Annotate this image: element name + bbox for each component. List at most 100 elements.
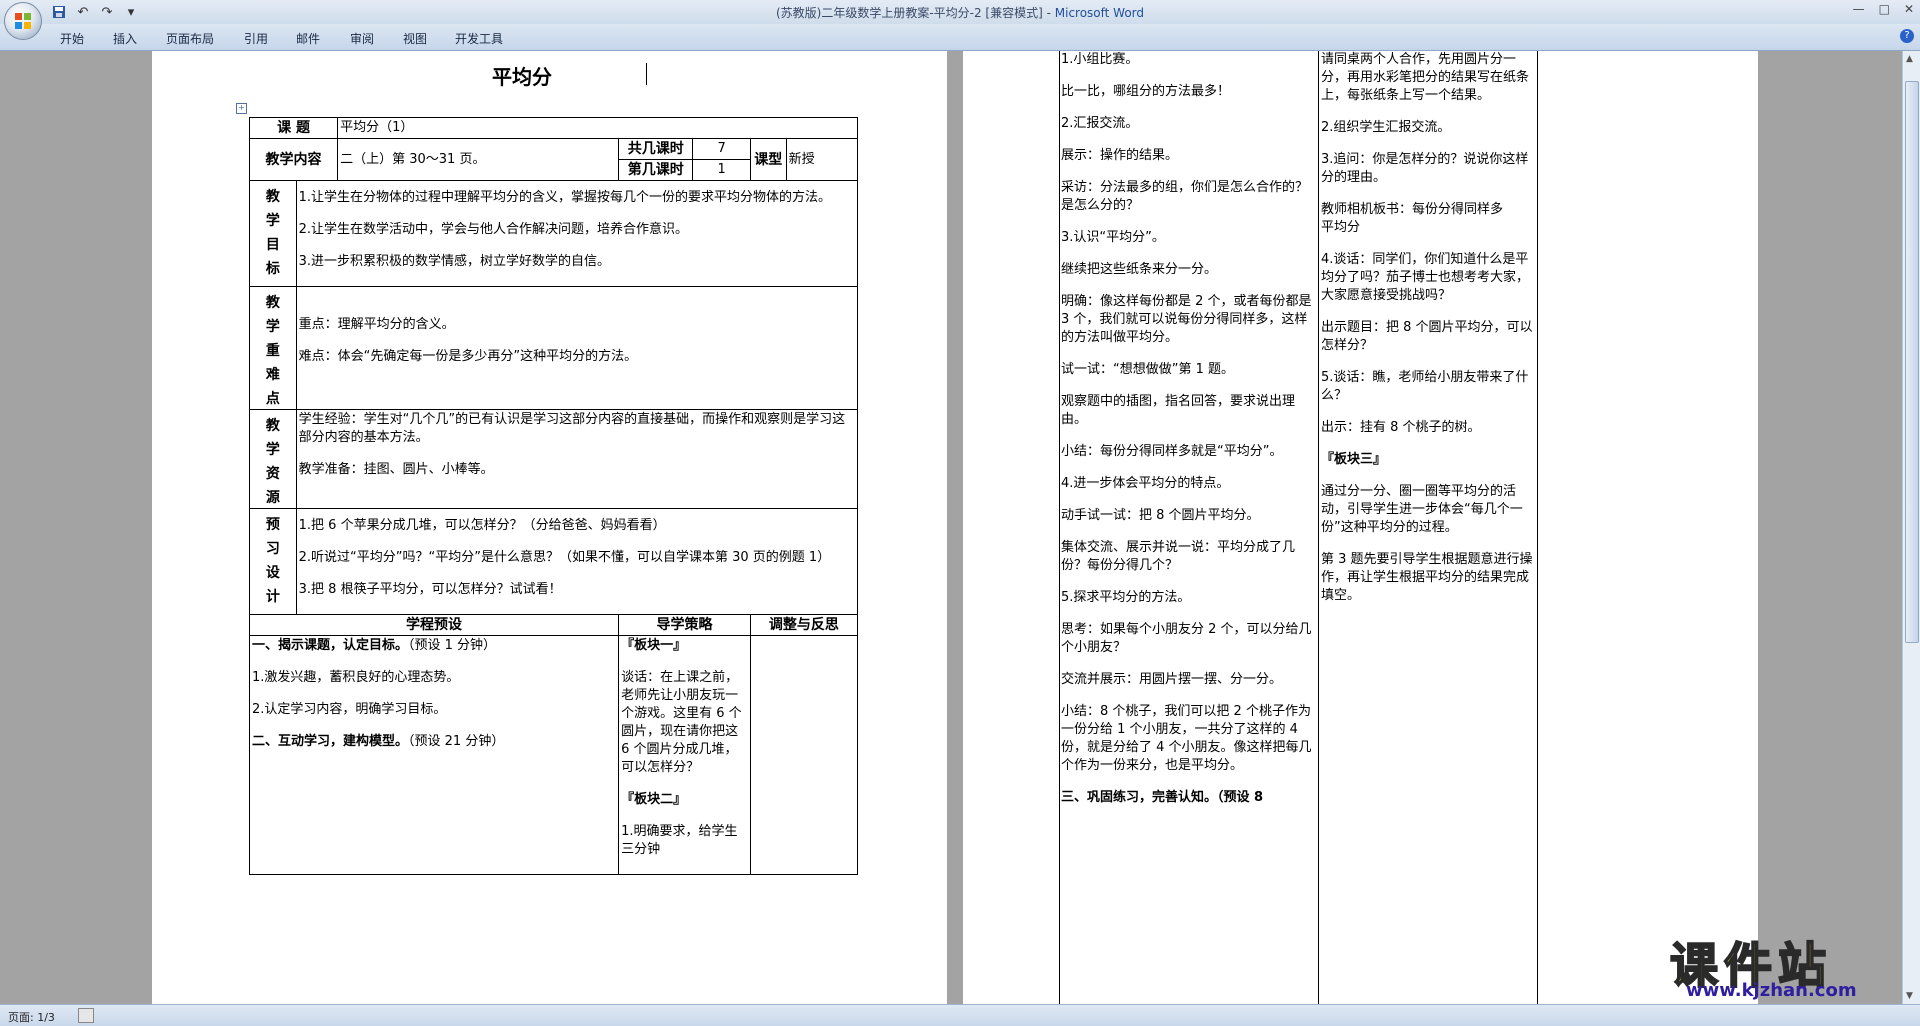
section-heading: 三、巩固练习，完善认知。（预设 8 bbox=[1061, 790, 1264, 805]
header-reflection: 调整与反思 bbox=[749, 614, 859, 636]
table-move-handle-icon[interactable]: + bbox=[236, 103, 247, 114]
strategy-item: 教师相机板书：每份分得同样多 平均分 bbox=[1321, 202, 1530, 235]
goal-item: 3.进一步积累积极的数学情感，树立学好数学的自信。 bbox=[298, 254, 611, 269]
table-row: 预 习 设 计 1.把 6 个苹果分成几堆，可以怎样分？（分给爸爸、妈妈看看） … bbox=[249, 508, 859, 615]
label-char: 设 bbox=[265, 565, 280, 581]
label-char: 学 bbox=[265, 319, 280, 335]
strategy-item: 谈话：在上课之前，老师先让小朋友玩一个游戏。这里有 6 个圆片，现在请你把这 6… bbox=[621, 670, 742, 775]
site-watermark: 课件站 www.kjzhan.com bbox=[1660, 928, 1900, 1002]
label-char: 习 bbox=[265, 541, 280, 557]
table-border bbox=[1537, 51, 1538, 1004]
tab-home[interactable]: 开始 bbox=[60, 30, 84, 47]
minimize-button[interactable]: — bbox=[1853, 2, 1865, 16]
proofing-icon[interactable] bbox=[78, 1008, 94, 1023]
resources-label: 教 学 资 源 bbox=[249, 409, 297, 509]
app-name: Microsoft Word bbox=[1054, 6, 1145, 20]
table-row: 教 学 资 源 学生经验：学生对“几个几”的已有认识是学习这部分内容的直接基础，… bbox=[249, 409, 859, 509]
strategy-column[interactable]: 请同桌两个人合作，先用圆片分一分，再用水彩笔把分的结果写在纸条上，每张纸条上写一… bbox=[1321, 51, 1533, 619]
process-item: 观察题中的插图，指名回答，要求说出理由。 bbox=[1061, 394, 1296, 427]
tab-view[interactable]: 视图 bbox=[403, 30, 427, 47]
tab-developer[interactable]: 开发工具 bbox=[455, 30, 503, 47]
content-value[interactable]: 二（上）第 30～31 页。 bbox=[337, 138, 620, 181]
scroll-up-icon[interactable]: ▲ bbox=[1906, 54, 1913, 64]
nth-lesson-label: 第几课时 bbox=[618, 159, 694, 181]
status-bar: 页面: 1/3 bbox=[0, 1004, 1920, 1026]
strategy-item: 5.谈话：瞧，老师给小朋友带来了什么？ bbox=[1321, 370, 1529, 403]
process-item: 动手试一试：把 8 个圆片平均分。 bbox=[1061, 508, 1260, 523]
label-char: 难 bbox=[265, 367, 280, 383]
strategy-item: 3.追问：你是怎样分的？说说你这样分的理由。 bbox=[1321, 152, 1529, 185]
strategy-item: 1.明确要求，给学生三分钟 bbox=[621, 824, 738, 857]
key-points-cell[interactable]: 重点：理解平均分的含义。 难点：体会“先确定每一份是多少再分”这种平均分的方法。 bbox=[295, 286, 859, 410]
goals-cell[interactable]: 1.让学生在分物体的过程中理解平均分的含义，掌握按每几个一份的要求平均分物体的方… bbox=[295, 180, 859, 287]
help-icon[interactable]: ? bbox=[1900, 29, 1914, 43]
document-area: 平均分 + 课 题 平均分（1） 教学内容 二（上）第 30～31 页。 共几课… bbox=[0, 51, 1903, 1004]
block-heading: 『板块一』 bbox=[621, 638, 687, 653]
document-page-2[interactable]: 1.小组比赛。 比一比，哪组分的方法最多！ 2.汇报交流。 展示：操作的结果。 … bbox=[963, 51, 1758, 1004]
resource-item: 学生经验：学生对“几个几”的已有认识是学习这部分内容的直接基础，而操作和观察则是… bbox=[298, 412, 846, 445]
process-item: 小结：8 个桃子，我们可以把 2 个桃子作为一份分给 1 个小朋友，一共分了这样… bbox=[1061, 704, 1312, 773]
process-cell[interactable]: 一、揭示课题，认定目标。（预设 1 分钟） 1.激发兴趣，蓄积良好的心理态势。 … bbox=[248, 635, 620, 875]
process-item: 2.认定学习内容，明确学习目标。 bbox=[252, 702, 447, 717]
total-lessons-label: 共几课时 bbox=[618, 138, 694, 160]
process-item: 明确：像这样每份都是 2 个，或者每份都是 3 个，我们就可以说每份分得同样多，… bbox=[1061, 294, 1312, 345]
strategy-item: 4.谈话：同学们，你们知道什么是平均分了吗？茄子博士也想考考大家，大家愿意接受挑… bbox=[1321, 252, 1530, 303]
process-item: 1.激发兴趣，蓄积良好的心理态势。 bbox=[252, 670, 460, 685]
strategy-item: 出示：挂有 8 个桃子的树。 bbox=[1321, 420, 1481, 435]
tab-references[interactable]: 引用 bbox=[244, 30, 268, 47]
document-title: (苏教版)二年级数学上册教案-平均分-2 [兼容模式] - bbox=[775, 6, 1055, 20]
label-char: 目 bbox=[265, 237, 280, 253]
vertical-scrollbar[interactable]: ▲ ▼ bbox=[1902, 51, 1920, 1004]
lesson-type-label: 课型 bbox=[749, 138, 787, 181]
process-item: 4.进一步体会平均分的特点。 bbox=[1061, 476, 1230, 491]
process-item: 思考：如果每个小朋友分 2 个，可以分给几个小朋友？ bbox=[1061, 622, 1312, 655]
label-char: 点 bbox=[265, 391, 280, 407]
topic-value[interactable]: 平均分（1） bbox=[337, 117, 858, 139]
tab-review[interactable]: 审阅 bbox=[350, 30, 374, 47]
table-row: 教 学 目 标 1.让学生在分物体的过程中理解平均分的含义，掌握按每几个一份的要… bbox=[249, 180, 859, 287]
document-page-1[interactable]: 平均分 + 课 题 平均分（1） 教学内容 二（上）第 30～31 页。 共几课… bbox=[152, 51, 947, 1004]
block-heading: 『板块三』 bbox=[1321, 452, 1387, 467]
preview-item: 3.把 8 根筷子平均分，可以怎样分？试试看！ bbox=[298, 582, 562, 597]
label-char: 教 bbox=[265, 418, 280, 434]
tab-page-layout[interactable]: 页面布局 bbox=[166, 30, 214, 47]
process-item: 1.小组比赛。 bbox=[1061, 52, 1139, 67]
process-item: 2.汇报交流。 bbox=[1061, 116, 1139, 131]
tab-insert[interactable]: 插入 bbox=[113, 30, 137, 47]
label-char: 标 bbox=[265, 261, 280, 277]
key-point-item: 难点：体会“先确定每一份是多少再分”这种平均分的方法。 bbox=[298, 349, 638, 364]
process-column[interactable]: 1.小组比赛。 比一比，哪组分的方法最多！ 2.汇报交流。 展示：操作的结果。 … bbox=[1061, 51, 1319, 821]
section-note: （预设 1 分钟） bbox=[408, 638, 497, 653]
label-char: 预 bbox=[265, 517, 280, 533]
label-char: 教 bbox=[265, 295, 280, 311]
section-note: （预设 21 分钟） bbox=[408, 734, 505, 749]
lesson-type-value[interactable]: 新授 bbox=[785, 138, 859, 181]
table-row: 一、揭示课题，认定目标。（预设 1 分钟） 1.激发兴趣，蓄积良好的心理态势。 … bbox=[248, 635, 859, 875]
scroll-down-icon[interactable]: ▼ bbox=[1906, 991, 1913, 1001]
strategy-cell[interactable]: 『板块一』 谈话：在上课之前，老师先让小朋友玩一个游戏。这里有 6 个圆片，现在… bbox=[618, 635, 751, 875]
table-row: 教学内容 二（上）第 30～31 页。 共几课时 7 课型 新授 bbox=[248, 138, 859, 181]
strategy-item: 通过分一分、圈一圈等平均分的活动，引导学生进一步体会“每几个一份”这种平均分的过… bbox=[1321, 484, 1523, 535]
reflection-cell[interactable] bbox=[749, 635, 859, 875]
text-cursor bbox=[646, 63, 647, 85]
scrollbar-thumb[interactable] bbox=[1905, 81, 1919, 643]
section-heading: 二、互动学习，建构模型。 bbox=[252, 734, 409, 749]
office-button[interactable] bbox=[4, 2, 42, 40]
goal-item: 2.让学生在数学活动中，学会与他人合作解决问题，培养合作意识。 bbox=[298, 222, 689, 237]
watermark-url: www.kjzhan.com bbox=[1686, 980, 1857, 1001]
tab-mailings[interactable]: 邮件 bbox=[296, 30, 320, 47]
page-indicator[interactable]: 页面: 1/3 bbox=[8, 1009, 55, 1025]
close-button[interactable]: ✕ bbox=[1904, 2, 1914, 16]
content-label: 教学内容 bbox=[248, 138, 339, 181]
goals-label: 教 学 目 标 bbox=[249, 180, 297, 287]
total-lessons-value[interactable]: 7 bbox=[692, 138, 751, 160]
nth-lesson-value[interactable]: 1 bbox=[692, 159, 751, 181]
maximize-button[interactable]: □ bbox=[1879, 2, 1890, 16]
preview-item: 1.把 6 个苹果分成几堆，可以怎样分？（分给爸爸、妈妈看看） bbox=[298, 518, 666, 533]
table-row: 课 题 平均分（1） bbox=[248, 117, 858, 139]
strategy-item: 第 3 题先要引导学生根据题意进行操作，再让学生根据平均分的结果完成填空。 bbox=[1321, 552, 1533, 603]
process-item: 采访：分法最多的组，你们是怎么合作的？是怎么分的？ bbox=[1061, 180, 1309, 213]
preview-cell[interactable]: 1.把 6 个苹果分成几堆，可以怎样分？（分给爸爸、妈妈看看） 2.听说过“平均… bbox=[295, 508, 859, 615]
block-heading: 『板块二』 bbox=[621, 792, 687, 807]
resources-cell[interactable]: 学生经验：学生对“几个几”的已有认识是学习这部分内容的直接基础，而操作和观察则是… bbox=[295, 409, 859, 509]
